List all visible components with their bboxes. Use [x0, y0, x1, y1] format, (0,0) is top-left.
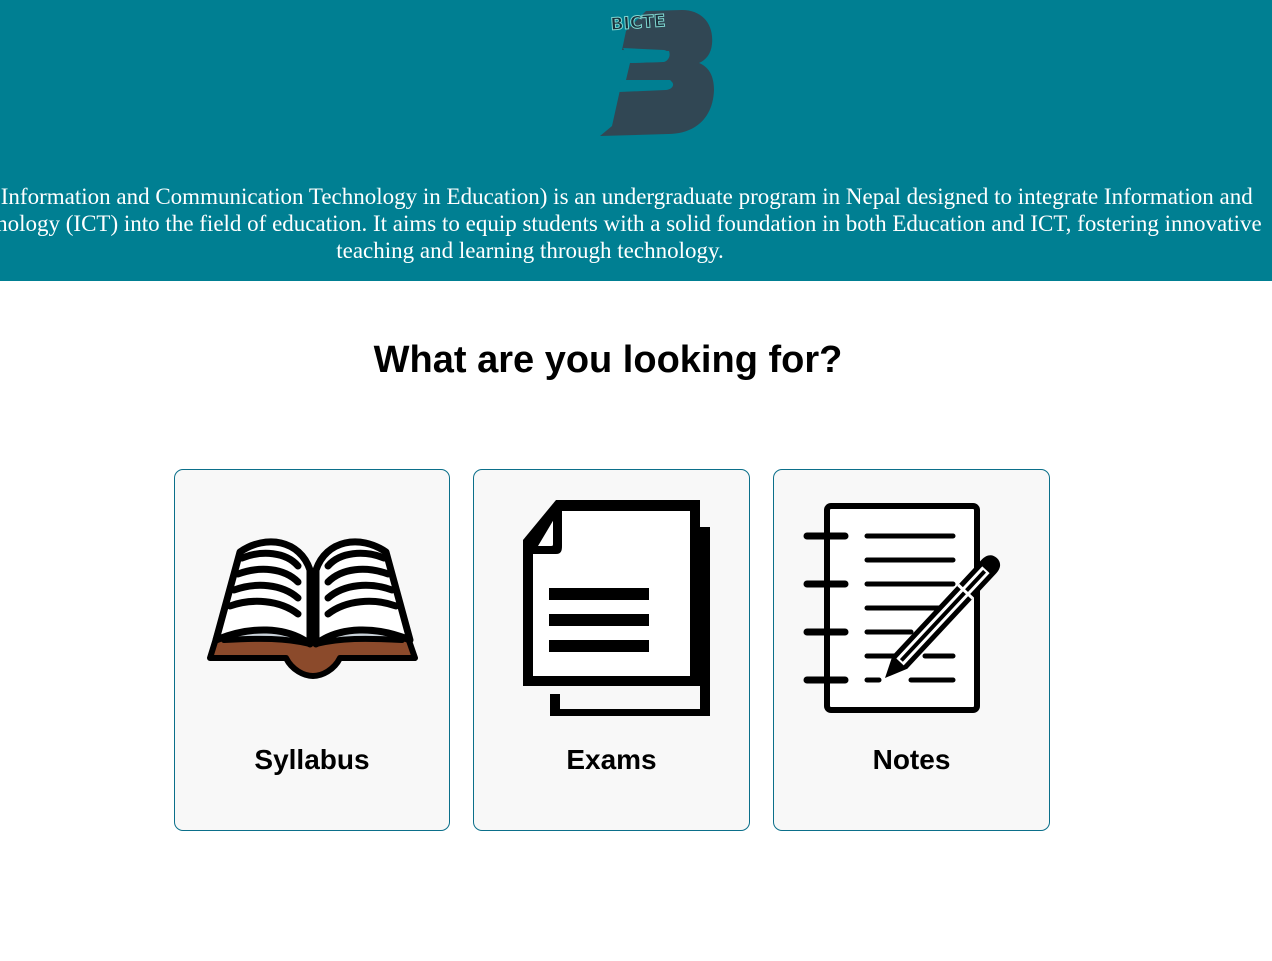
document-icon [523, 500, 710, 716]
site-header: BICTE BICTE (Bachelor of Information and… [0, 0, 1272, 281]
syllabus-label: Syllabus [254, 744, 370, 775]
notes-card[interactable]: Notes [773, 469, 1050, 831]
exams-label: Exams [566, 744, 657, 775]
page-question: What are you looking for? [373, 339, 843, 381]
notepad-pen-icon [803, 500, 1021, 716]
exams-card[interactable]: Exams [473, 469, 750, 831]
open-book-icon [207, 538, 418, 679]
intro-paragraph: BICTE (Bachelor of Information and Commu… [0, 184, 1262, 263]
logo-text: BICTE [610, 11, 666, 35]
notes-label: Notes [872, 744, 951, 775]
bicte-logo[interactable]: BICTE [598, 6, 716, 140]
syllabus-card[interactable]: Syllabus [174, 469, 450, 831]
